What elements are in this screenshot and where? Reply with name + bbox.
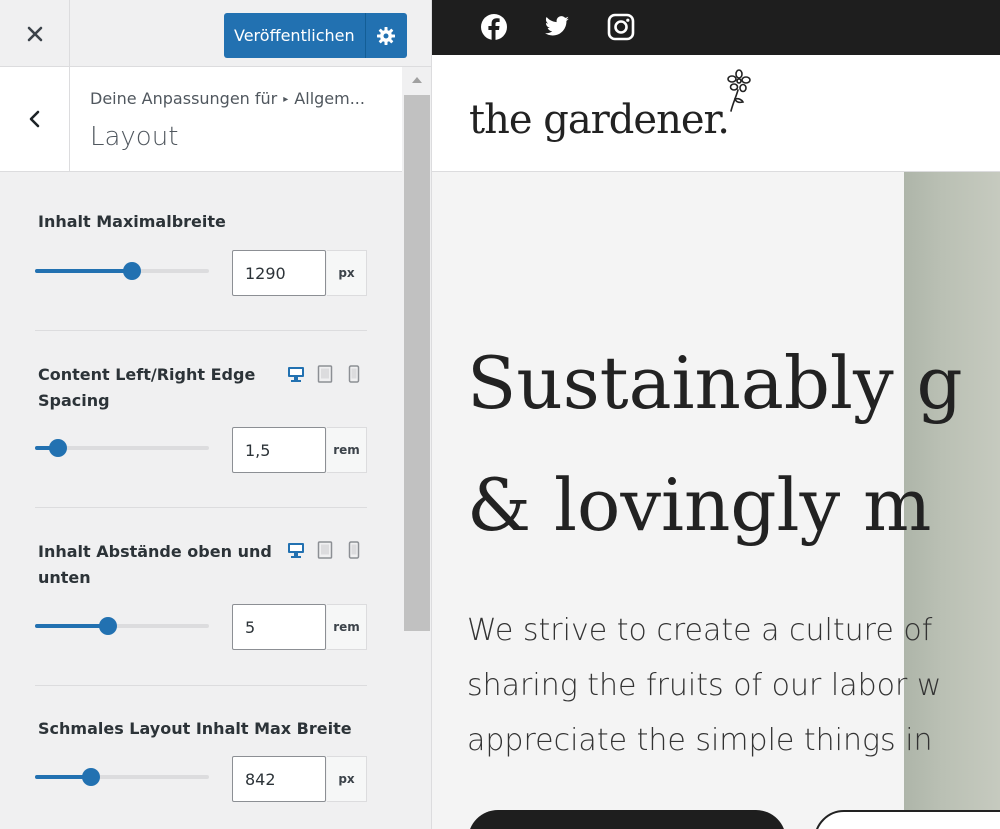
customizer-topbar: Veröffentlichen <box>0 0 431 67</box>
twitter-link[interactable] <box>542 12 572 42</box>
desktop-device-button[interactable] <box>287 364 305 384</box>
hero-title-line: Sustainably g <box>467 341 963 425</box>
tablet-device-button[interactable] <box>316 364 334 384</box>
content-max-width-input[interactable] <box>232 250 326 296</box>
control-label-vertical-spacing: Inhalt Abstände oben und unten <box>38 542 272 587</box>
divider <box>35 685 367 686</box>
tablet-device-button[interactable] <box>316 540 334 560</box>
desktop-device-button[interactable] <box>287 540 305 560</box>
unit-label: px <box>327 250 367 296</box>
section-title: Layout <box>90 122 179 152</box>
tablet-icon <box>317 541 333 559</box>
hero-title: Sustainably g & lovingly m <box>467 322 1000 566</box>
scrollbar-thumb[interactable] <box>404 95 430 631</box>
mobile-icon <box>348 365 360 383</box>
edge-spacing-slider[interactable] <box>35 439 209 457</box>
breadcrumb-part: Deine Anpassungen für <box>90 89 278 108</box>
site-logo[interactable]: the gardener. <box>469 97 730 143</box>
slider-handle[interactable] <box>48 439 67 457</box>
vertical-spacing-slider[interactable] <box>35 617 209 635</box>
slider-handle[interactable] <box>123 262 142 280</box>
control-label-content-max-width: Inhalt Maximalbreite <box>38 212 226 231</box>
site-preview: the gardener. Sustainably g & lovingly m… <box>432 0 1000 829</box>
unit-label: rem <box>327 604 367 650</box>
facebook-icon <box>481 14 507 40</box>
tablet-icon <box>317 365 333 383</box>
control-label-edge-spacing: Content Left/Right Edge Spacing <box>38 365 256 410</box>
panel-scrollbar[interactable] <box>402 67 431 829</box>
mobile-device-button[interactable] <box>345 540 363 560</box>
publish-button[interactable]: Veröffentlichen <box>224 13 365 58</box>
hero-title-line: & lovingly m <box>467 463 932 547</box>
desktop-icon <box>288 543 304 558</box>
edge-spacing-input[interactable] <box>232 427 326 473</box>
device-switcher <box>287 364 363 384</box>
scroll-up-arrow[interactable] <box>402 67 431 93</box>
hero-text-line: sharing the fruits of our labor w <box>467 668 942 703</box>
publish-button-group: Veröffentlichen <box>224 13 407 58</box>
hero-description: We strive to create a culture of sharing… <box>467 603 1000 768</box>
facebook-link[interactable] <box>479 12 509 42</box>
unit-label: px <box>327 756 367 802</box>
back-button[interactable] <box>0 67 70 171</box>
slider-handle[interactable] <box>81 768 100 786</box>
narrow-max-width-input[interactable] <box>232 756 326 802</box>
breadcrumb-part: Allgem... <box>294 89 365 108</box>
hero-text-line: appreciate the simple things in <box>467 723 933 758</box>
triangle-up-icon <box>412 77 422 83</box>
control-label-narrow-max-width: Schmales Layout Inhalt Max Breite <box>38 719 352 738</box>
instagram-link[interactable] <box>606 12 636 42</box>
slider-fill <box>35 269 133 273</box>
slider-handle[interactable] <box>99 617 118 635</box>
social-bar <box>432 0 1000 55</box>
device-switcher <box>287 540 363 560</box>
breadcrumb: Deine Anpassungen für ▸ Allgem... <box>90 89 365 108</box>
content-max-width-slider[interactable] <box>35 262 209 280</box>
customizer-sidebar: Veröffentlichen Deine Anpassungen für ▸ … <box>0 0 432 829</box>
breadcrumb-separator-icon: ▸ <box>283 94 289 105</box>
unit-label: rem <box>327 427 367 473</box>
divider <box>35 507 367 508</box>
hero-text-line: We strive to create a culture of <box>467 613 933 648</box>
vertical-spacing-input[interactable] <box>232 604 326 650</box>
site-header: the gardener. <box>432 55 1000 172</box>
divider <box>35 330 367 331</box>
publish-settings-button[interactable] <box>364 13 407 58</box>
gear-icon <box>377 26 396 45</box>
instagram-icon <box>607 13 635 41</box>
section-header: Deine Anpassungen für ▸ Allgem... Layout <box>0 67 402 172</box>
twitter-icon <box>545 16 569 36</box>
hero-primary-button[interactable] <box>468 810 786 829</box>
narrow-max-width-slider[interactable] <box>35 768 209 786</box>
slider-fill <box>35 624 109 628</box>
close-icon <box>27 26 42 41</box>
desktop-icon <box>288 367 304 382</box>
chevron-left-icon <box>29 110 39 128</box>
mobile-device-button[interactable] <box>345 364 363 384</box>
mobile-icon <box>348 541 360 559</box>
close-customizer-button[interactable] <box>0 0 70 67</box>
hero-secondary-button[interactable] <box>814 810 1000 829</box>
